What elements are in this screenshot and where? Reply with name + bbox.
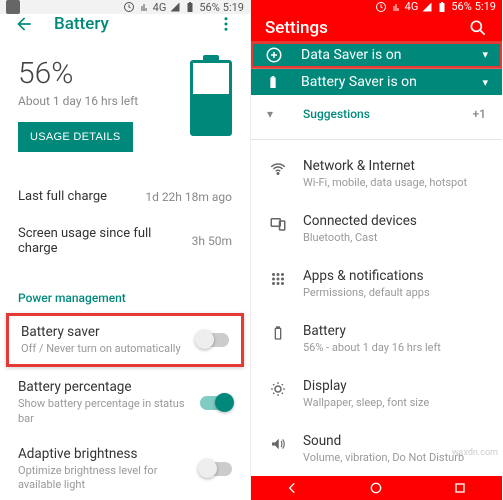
battery-icon <box>267 323 289 341</box>
battery-status-icon <box>436 1 448 13</box>
signal-icon <box>421 1 433 13</box>
menu-devices[interactable]: Connected devices Bluetooth, Cast <box>251 201 502 256</box>
menu-sub: 56% - about 1 day 16 hrs left <box>303 341 486 354</box>
apps-icon <box>267 268 289 288</box>
last-full-charge-row[interactable]: Last full charge 1d 22h 18m ago <box>0 178 250 215</box>
menu-sub: Bluetooth, Cast <box>303 231 486 244</box>
page-title: Settings <box>265 18 468 38</box>
menu-sub: Permissions, default apps <box>303 286 486 299</box>
setting-title: Battery percentage <box>18 379 200 395</box>
menu-title: Apps & notifications <box>303 268 486 284</box>
signal-4g-label: 4G <box>153 1 167 14</box>
battery-summary: 56% About 1 day 16 hrs left USAGE DETAIL… <box>0 34 250 166</box>
setting-sub: Optimize brightness level for available … <box>18 464 200 493</box>
battery-remaining: About 1 day 16 hrs left <box>18 94 190 108</box>
sound-icon <box>267 433 289 453</box>
back-arrow-icon[interactable] <box>14 14 34 34</box>
battery-status-icon <box>184 1 196 13</box>
battery-percentage-row[interactable]: Battery percentage Show battery percenta… <box>0 369 250 436</box>
devices-icon <box>267 213 289 233</box>
display-icon <box>267 378 289 398</box>
status-bar: 4G 56% 5:19 <box>0 0 250 14</box>
nav-home-icon[interactable] <box>366 478 386 498</box>
wifi-icon <box>267 158 289 178</box>
battery-saver-banner[interactable]: Battery Saver is on ▾ <box>251 69 502 96</box>
page-title: Battery <box>54 14 216 34</box>
menu-title: Battery <box>303 323 486 339</box>
nav-recent-icon[interactable] <box>450 478 470 498</box>
overflow-menu-icon[interactable] <box>216 14 236 34</box>
menu-title: Display <box>303 378 486 394</box>
nav-bar <box>251 476 502 500</box>
adaptive-brightness-row[interactable]: Adaptive brightness Optimize brightness … <box>0 436 250 500</box>
nav-back-icon[interactable] <box>283 478 303 498</box>
banner-label: Data Saver is on <box>301 47 482 63</box>
battery-icon <box>265 74 287 90</box>
battery-screen: 4G 56% 5:19 Battery 56% About 1 day 16 h… <box>0 0 251 500</box>
setting-sub: Off / Never turn on automatically <box>21 342 197 356</box>
signal-icon <box>169 1 181 13</box>
stat-value: 3h 50m <box>192 234 232 248</box>
notification-icon <box>6 0 20 14</box>
clock: 5:19 <box>475 0 496 13</box>
usage-details-button[interactable]: USAGE DETAILS <box>18 122 133 152</box>
stat-value: 1d 22h 18m ago <box>145 190 232 204</box>
settings-screen: 4G 56% 5:19 Settings Data Saver is on ▾ … <box>251 0 502 500</box>
stat-label: Last full charge <box>18 189 145 204</box>
stat-label: Screen usage since full charge <box>18 226 192 256</box>
battery-percentage-toggle[interactable] <box>200 396 232 410</box>
menu-title: Network & Internet <box>303 158 486 174</box>
clock: 5:19 <box>223 1 244 14</box>
battery-percentage: 56% <box>18 56 190 91</box>
battery-saver-toggle[interactable] <box>197 333 229 347</box>
battery-icon <box>190 60 232 136</box>
battery-pct-status: 56% <box>199 1 219 14</box>
suggestions-row[interactable]: ▾ Suggestions +1 <box>251 95 502 133</box>
menu-display[interactable]: Display Wallpaper, sleep, font size <box>251 366 502 421</box>
app-header: Settings <box>251 14 502 42</box>
data-icon <box>138 1 150 13</box>
screen-usage-row[interactable]: Screen usage since full charge 3h 50m <box>0 215 250 267</box>
sync-icon <box>123 1 135 13</box>
suggestions-count: +1 <box>473 107 486 121</box>
adaptive-brightness-toggle[interactable] <box>200 462 232 476</box>
sync-icon <box>375 1 387 13</box>
chevron-down-icon: ▾ <box>267 107 289 121</box>
data-saver-banner[interactable]: Data Saver is on ▾ <box>251 42 502 69</box>
status-bar: 4G 56% 5:19 <box>251 0 502 14</box>
watermark: wsxdn.com <box>452 448 498 458</box>
banner-label: Battery Saver is on <box>301 74 482 90</box>
divider <box>251 139 502 140</box>
suggestions-label: Suggestions <box>303 107 370 121</box>
setting-sub: Show battery percentage in status bar <box>18 397 200 426</box>
data-saver-icon <box>265 46 287 64</box>
menu-battery[interactable]: Battery 56% - about 1 day 16 hrs left <box>251 311 502 366</box>
battery-saver-row[interactable]: Battery saver Off / Never turn on automa… <box>6 313 244 367</box>
menu-sub: Wi-Fi, mobile, data usage, hotspot <box>303 176 486 189</box>
menu-apps[interactable]: Apps & notifications Permissions, default… <box>251 256 502 311</box>
menu-network[interactable]: Network & Internet Wi-Fi, mobile, data us… <box>251 146 502 201</box>
app-header: Battery <box>0 14 250 34</box>
setting-title: Battery saver <box>21 324 197 340</box>
search-icon[interactable] <box>468 18 488 38</box>
setting-title: Adaptive brightness <box>18 446 200 462</box>
menu-title: Connected devices <box>303 213 486 229</box>
battery-pct-status: 56% <box>451 0 471 13</box>
signal-4g-label: 4G <box>405 0 419 13</box>
chevron-down-icon: ▾ <box>482 76 488 89</box>
power-management-label: Power management <box>0 279 250 311</box>
menu-sub: Wallpaper, sleep, font size <box>303 396 486 409</box>
data-icon <box>390 1 402 13</box>
menu-title: Sound <box>303 433 486 449</box>
chevron-down-icon: ▾ <box>482 48 488 61</box>
